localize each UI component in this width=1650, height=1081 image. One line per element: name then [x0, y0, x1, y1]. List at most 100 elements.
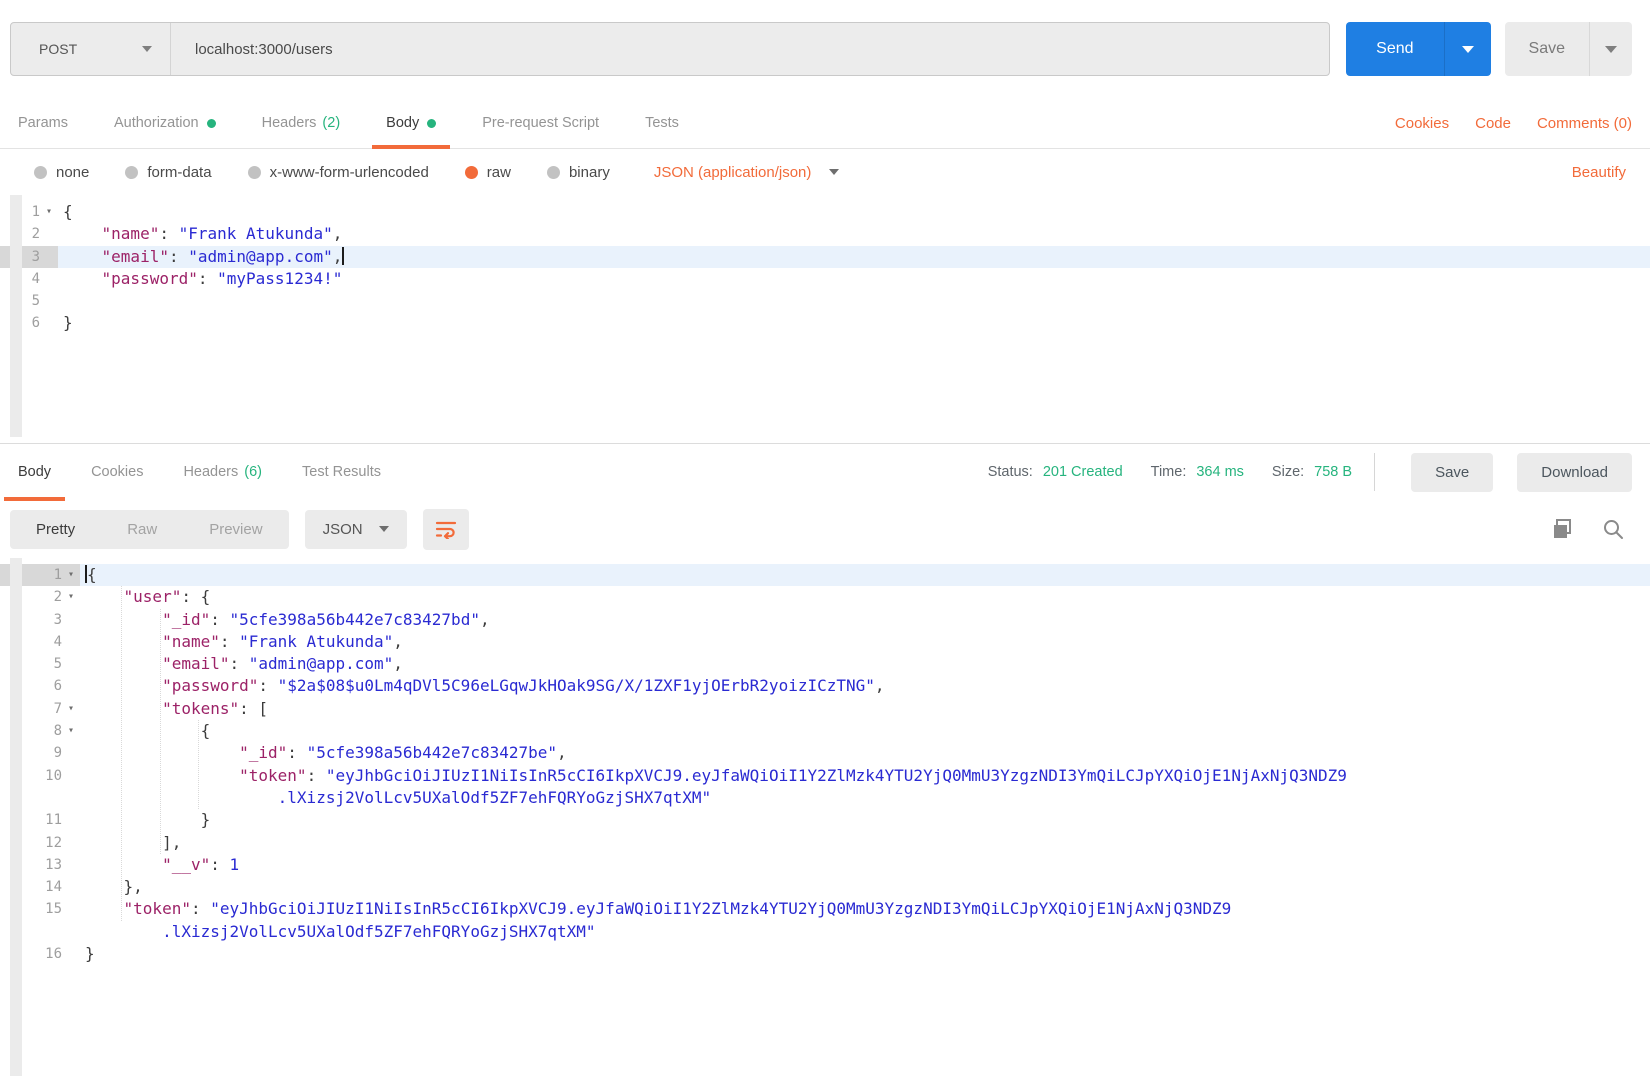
- line-gutter: 4: [0, 268, 58, 290]
- url-input[interactable]: localhost:3000/users: [171, 23, 1329, 75]
- send-options-button[interactable]: [1445, 22, 1491, 76]
- body-type-label: binary: [569, 164, 610, 181]
- body-type-none[interactable]: none: [34, 164, 89, 181]
- save-request-button[interactable]: Save: [1505, 22, 1590, 76]
- editor-left-strip: [10, 558, 22, 1076]
- line-gutter: 5: [0, 290, 58, 312]
- code-line: 11 }: [0, 809, 1650, 831]
- response-tab-cookies[interactable]: Cookies: [91, 444, 143, 500]
- url-group: POST localhost:3000/users: [10, 22, 1330, 76]
- tab-authorization[interactable]: Authorization: [114, 98, 216, 148]
- line-gutter: 3: [0, 246, 58, 268]
- body-type-x-www-form-urlencoded[interactable]: x-www-form-urlencoded: [248, 164, 429, 181]
- fold-caret-icon[interactable]: ▾: [40, 201, 58, 223]
- cookies-link[interactable]: Cookies: [1395, 115, 1449, 132]
- code-content: .lXizsj2VolLcv5UXalOdf5ZF7ehFQRYoGzjSHX7…: [80, 921, 1650, 943]
- fold-spacer: [62, 787, 80, 809]
- body-type-raw[interactable]: raw: [465, 164, 511, 181]
- line-gutter: 1▾: [0, 201, 58, 223]
- text-cursor: [342, 247, 344, 265]
- fold-spacer: [40, 268, 58, 290]
- comments-0-link[interactable]: Comments (0): [1537, 115, 1632, 132]
- code-line: 4 "name": "Frank Atukunda",: [0, 631, 1650, 653]
- response-format-select[interactable]: JSON: [305, 510, 407, 549]
- fold-spacer: [62, 653, 80, 675]
- fold-spacer: [62, 854, 80, 876]
- chevron-down-icon: [829, 169, 839, 175]
- fold-caret-icon[interactable]: ▾: [62, 564, 80, 586]
- chevron-down-icon: [379, 526, 389, 532]
- wrap-text-icon: [435, 519, 457, 539]
- view-raw[interactable]: Raw: [101, 510, 183, 549]
- fold-spacer: [40, 246, 58, 268]
- radio-icon: [34, 166, 47, 179]
- response-tab-test-results[interactable]: Test Results: [302, 444, 381, 500]
- tab-label: Body: [386, 115, 419, 131]
- response-format-value: JSON: [323, 521, 363, 538]
- save-options-button[interactable]: [1590, 22, 1632, 76]
- code-content: {: [80, 564, 1650, 586]
- code-content: {: [58, 201, 1650, 223]
- request-links: Cookies Code Comments (0): [1395, 98, 1632, 148]
- code-content: "_id": "5cfe398a56b442e7c83427bd",: [80, 609, 1650, 631]
- tab-body[interactable]: Body: [386, 98, 436, 148]
- tab-headers[interactable]: Headers(2): [262, 98, 341, 148]
- code-content: {: [80, 720, 1650, 742]
- response-tabs: Body Cookies Headers (6) Test Results: [18, 444, 381, 500]
- body-type-bar: none form-data x-www-form-urlencoded raw bin…: [0, 149, 1650, 195]
- response-tab-label: Headers: [183, 464, 238, 480]
- code-content: "_id": "5cfe398a56b442e7c83427be",: [80, 742, 1650, 764]
- fold-caret-icon[interactable]: ▾: [62, 586, 80, 608]
- response-actions: [1552, 518, 1624, 540]
- editor-left-strip: [10, 195, 22, 437]
- code-line: 4 "password": "myPass1234!": [0, 268, 1650, 290]
- chevron-down-icon: [142, 46, 152, 52]
- response-tab-headers[interactable]: Headers (6): [183, 444, 262, 500]
- send-button[interactable]: Send: [1346, 22, 1444, 76]
- beautify-link[interactable]: Beautify: [1572, 164, 1626, 181]
- radio-icon: [248, 166, 261, 179]
- method-select[interactable]: POST: [11, 23, 171, 75]
- code-content: },: [80, 876, 1650, 898]
- tab-count-badge: (6): [244, 464, 262, 480]
- code-line: 2 "name": "Frank Atukunda",: [0, 223, 1650, 245]
- response-tab-label: Body: [18, 464, 51, 480]
- code-content: "password": "$2a$08$u0Lm4qDVl5C96eLGqwJk…: [80, 675, 1650, 697]
- body-type-label: none: [56, 164, 89, 181]
- code-content: "__v": 1: [80, 854, 1650, 876]
- request-url-bar: POST localhost:3000/users Send Save: [10, 22, 1632, 76]
- body-type-binary[interactable]: binary: [547, 164, 610, 181]
- wrap-text-button[interactable]: [423, 509, 469, 550]
- response-body-editor[interactable]: 1▾{2▾ "user": {3 "_id": "5cfe398a56b442e…: [0, 558, 1650, 1076]
- code-line: 1▾{: [0, 201, 1650, 223]
- view-pretty[interactable]: Pretty: [10, 510, 101, 549]
- radio-selected-icon: [465, 166, 478, 179]
- view-preview[interactable]: Preview: [183, 510, 288, 549]
- save-response-button[interactable]: Save: [1411, 453, 1493, 492]
- body-type-form-data[interactable]: form-data: [125, 164, 211, 181]
- body-type-label: x-www-form-urlencoded: [270, 164, 429, 181]
- response-meta: Status: 201 Created Time: 364 ms Size: 7…: [988, 444, 1632, 500]
- code-content: ],: [80, 832, 1650, 854]
- search-response-button[interactable]: [1602, 518, 1624, 540]
- tab-params[interactable]: Params: [18, 98, 68, 148]
- fold-spacer: [62, 943, 80, 965]
- fold-caret-icon[interactable]: ▾: [62, 720, 80, 742]
- code-content: "tokens": [: [80, 698, 1650, 720]
- code-line: 5: [0, 290, 1650, 312]
- indent-guide: [198, 720, 199, 809]
- fold-spacer: [62, 921, 80, 943]
- content-type-select[interactable]: JSON (application/json): [654, 164, 840, 181]
- download-response-button[interactable]: Download: [1517, 453, 1632, 492]
- code-line: 5 "email": "admin@app.com",: [0, 653, 1650, 675]
- code-link[interactable]: Code: [1475, 115, 1511, 132]
- tab-pre-request-script[interactable]: Pre-request Script: [482, 98, 599, 148]
- request-body-editor[interactable]: 1▾{2 "name": "Frank Atukunda",3 "email":…: [0, 195, 1650, 437]
- code-line: 8▾ {: [0, 720, 1650, 742]
- copy-response-button[interactable]: [1552, 518, 1574, 540]
- tab-label: Pre-request Script: [482, 115, 599, 131]
- fold-spacer: [62, 609, 80, 631]
- fold-caret-icon[interactable]: ▾: [62, 698, 80, 720]
- response-tab-body[interactable]: Body: [18, 444, 51, 500]
- tab-tests[interactable]: Tests: [645, 98, 679, 148]
